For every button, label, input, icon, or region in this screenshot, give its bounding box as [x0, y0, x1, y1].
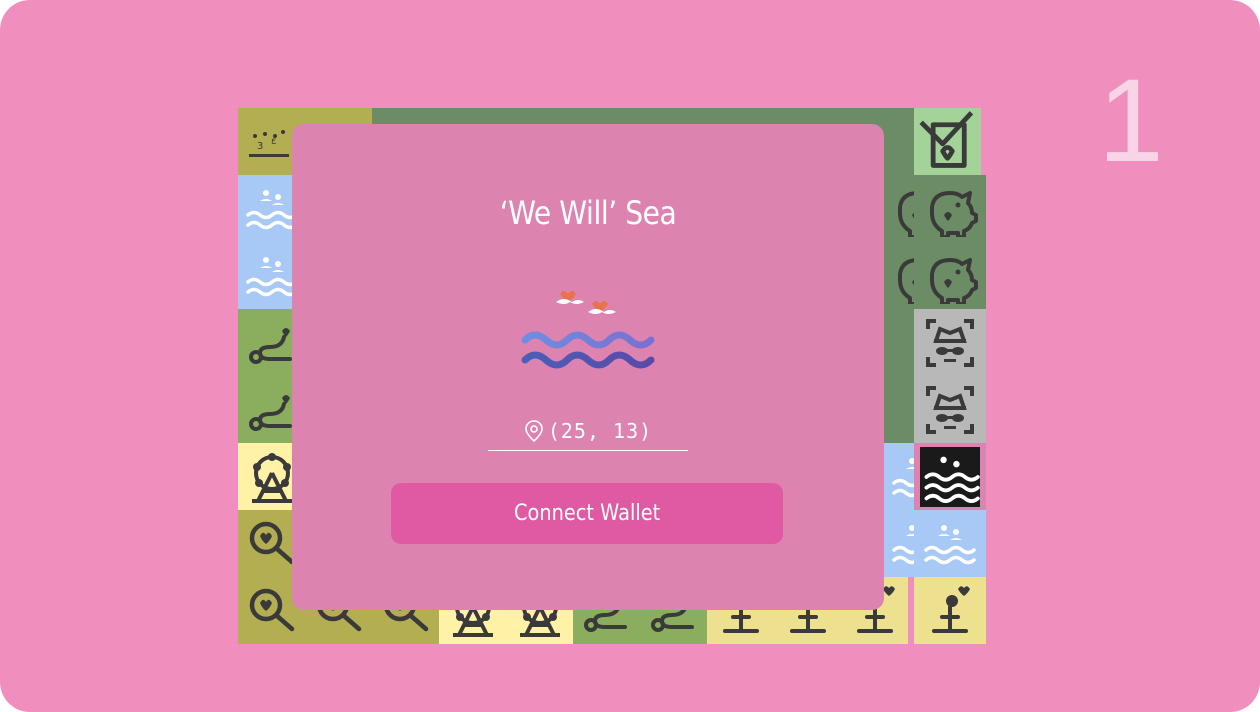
letter-check-icon — [914, 108, 981, 175]
connect-wallet-button[interactable]: Connect Wallet — [391, 483, 783, 544]
connect-wallet-label: Connect Wallet — [513, 501, 661, 526]
parcel-title: ‘We Will’ Sea — [499, 194, 677, 232]
sea-waves-icon — [922, 516, 978, 572]
map-tile[interactable] — [914, 577, 986, 644]
map-tile[interactable] — [914, 309, 986, 376]
map-tile[interactable] — [914, 108, 981, 175]
sea-waves-dark-icon — [920, 446, 980, 507]
coordinates-text: (25, 13) — [547, 419, 653, 443]
parcel-modal: ‘We Will’ Sea (25, 13) Connect Wallet — [292, 124, 884, 610]
page-number: 1 — [1098, 55, 1164, 187]
location-pin-icon — [525, 420, 543, 442]
piggy-bank-icon — [922, 248, 978, 304]
map-tile[interactable] — [914, 175, 986, 242]
app-frame: 1 3ε — [0, 0, 1260, 712]
map-tile[interactable] — [914, 242, 986, 309]
map-tile[interactable] — [914, 510, 986, 577]
spy-face-icon — [922, 315, 978, 371]
spy-face-icon — [922, 382, 978, 438]
map-tile[interactable] — [914, 376, 986, 443]
signpost-heart-icon — [922, 583, 978, 639]
coordinates-display: (25, 13) — [488, 412, 688, 451]
map-tile-selected[interactable] — [914, 443, 986, 510]
sea-illustration-icon — [521, 291, 655, 369]
piggy-bank-icon — [922, 181, 978, 237]
